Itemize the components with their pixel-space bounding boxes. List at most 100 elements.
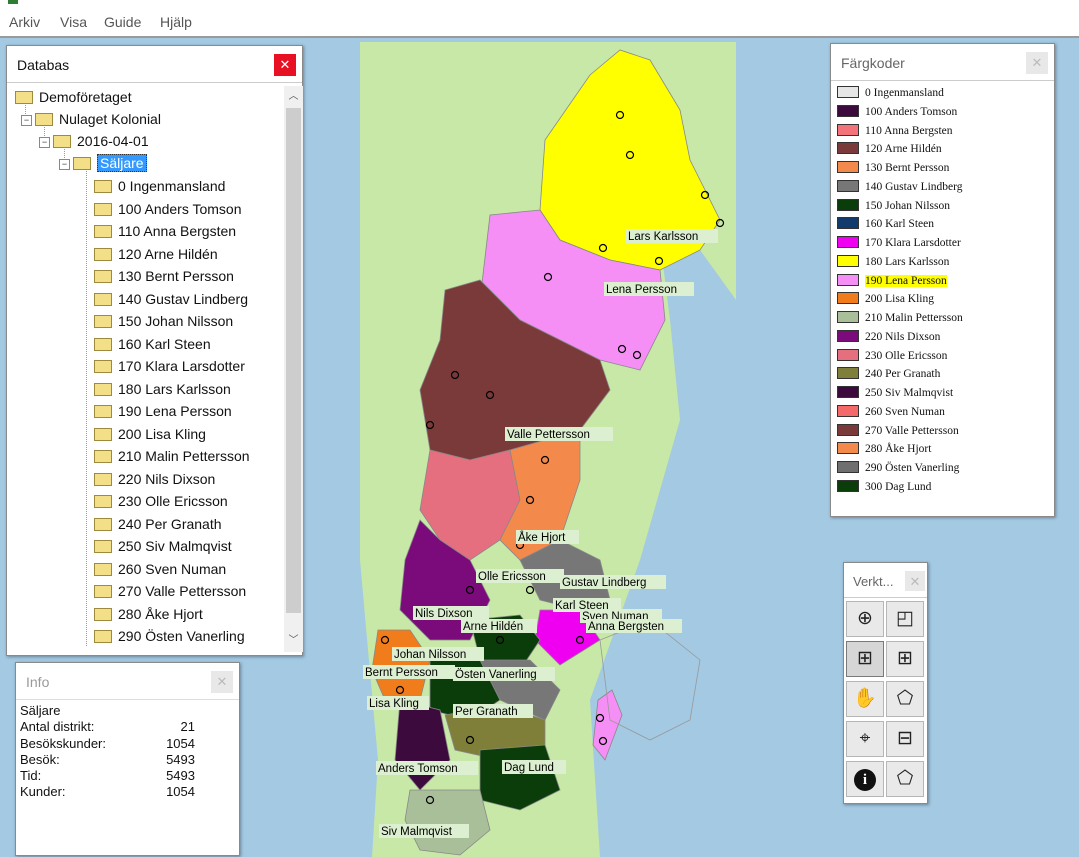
folder-icon	[53, 135, 71, 148]
zoom-box-icon[interactable]: ⊞	[846, 641, 884, 677]
area-info-icon[interactable]: ⊟	[886, 721, 924, 757]
legend-titlebar[interactable]: Färgkoder ✕	[831, 44, 1054, 81]
map-label: Nils Dixson	[415, 608, 473, 620]
legend-entry[interactable]: 110 Anna Bergsten	[837, 123, 953, 143]
database-tree[interactable]: Demoföretaget − Nulaget Kolonial −2016-04…	[11, 86, 281, 651]
legend-label: 220 Nils Dixson	[865, 330, 941, 343]
info-label: Besök:	[20, 751, 60, 767]
scroll-thumb[interactable]	[286, 108, 301, 613]
scroll-up-icon[interactable]: ︿	[284, 88, 303, 106]
info-icon[interactable]: i	[846, 761, 884, 797]
tree-item[interactable]: 170 Klara Larsdotter	[94, 358, 245, 378]
tree-item[interactable]: 210 Malin Pettersson	[94, 448, 250, 468]
folder-icon	[94, 405, 112, 418]
legend-title: Färgkoder	[841, 55, 905, 71]
info-title: Info	[26, 674, 50, 690]
legend-entry[interactable]: 230 Olle Ericsson	[837, 348, 947, 368]
legend-label: 0 Ingenmansland	[865, 87, 944, 99]
database-titlebar[interactable]: Databas ✕	[7, 46, 302, 83]
legend-entry[interactable]: 190 Lena Persson	[837, 273, 947, 293]
legend-entry[interactable]: 160 Karl Steen	[837, 217, 934, 236]
legend-label: 210 Malin Pettersson	[865, 312, 963, 324]
map-label: Åke Hjort	[518, 531, 566, 544]
legend-entry[interactable]: 100 Anders Tomson	[837, 104, 958, 124]
legend-label: 290 Östen Vanerling	[865, 462, 960, 474]
tree-item[interactable]: 110 Anna Bergsten	[94, 223, 236, 243]
tree-scrollbar[interactable]: ︿ ﹀	[284, 86, 303, 652]
close-icon[interactable]: ✕	[274, 54, 296, 76]
tree-item[interactable]: 180 Lars Karlsson	[94, 381, 231, 401]
legend-label: 100 Anders Tomson	[865, 105, 958, 118]
tree-root[interactable]: Demoföretaget	[15, 89, 132, 109]
legend-entry[interactable]: 250 Siv Malmqvist	[837, 386, 953, 405]
collapse-icon[interactable]: −	[21, 115, 32, 126]
legend-entry[interactable]: 140 Gustav Lindberg	[837, 179, 963, 199]
info-row: Besökskunder: 1054	[20, 736, 195, 752]
info-titlebar[interactable]: Info ✕	[16, 663, 239, 700]
polygon-icon[interactable]: ⬠	[886, 681, 924, 717]
legend-entry[interactable]: 200 Lisa Kling	[837, 292, 934, 311]
map-label: Lena Persson	[606, 284, 677, 296]
legend-entry[interactable]: 260 Sven Numan	[837, 404, 945, 424]
legend-entry[interactable]: 170 Klara Larsdotter	[837, 236, 961, 255]
legend-entry[interactable]: 150 Johan Nilsson	[837, 198, 950, 218]
legend-entry[interactable]: 240 Per Granath	[837, 367, 940, 386]
legend-entry[interactable]: 120 Arne Hildén	[837, 142, 942, 161]
tree-item[interactable]: 200 Lisa Kling	[94, 426, 206, 446]
scroll-down-icon[interactable]: ﹀	[284, 632, 303, 650]
tree-date[interactable]: −2016-04-01	[39, 133, 149, 153]
legend-entry[interactable]: 270 Valle Pettersson	[837, 423, 959, 443]
tree-item[interactable]: 230 Olle Ericsson	[94, 493, 228, 513]
close-icon[interactable]: ✕	[1026, 52, 1048, 74]
menu-hjalp[interactable]: Hjälp	[160, 14, 192, 30]
select-area-icon[interactable]: ◰	[886, 601, 924, 637]
close-icon[interactable]: ✕	[211, 671, 233, 693]
tree-item[interactable]: 100 Anders Tomson	[94, 201, 242, 221]
folder-icon	[94, 585, 112, 598]
grid-icon[interactable]: ⊞	[886, 641, 924, 677]
tree-group[interactable]: − Säljare	[59, 154, 147, 175]
collapse-icon[interactable]: −	[59, 159, 70, 170]
close-icon[interactable]: ✕	[905, 571, 925, 591]
polygon-info-icon[interactable]: ⬠	[886, 761, 924, 797]
legend-entry[interactable]: 290 Östen Vanerling	[837, 461, 959, 480]
legend-entry[interactable]: 130 Bernt Persson	[837, 161, 949, 180]
legend-entry[interactable]: 300 Dag Lund	[837, 479, 931, 499]
map-label: Bernt Persson	[365, 667, 438, 679]
tree-item[interactable]: 250 Siv Malmqvist	[94, 538, 232, 558]
tree-item[interactable]: 130 Bernt Persson	[94, 268, 234, 288]
color-swatch	[837, 142, 859, 155]
tree-item[interactable]: 220 Nils Dixson	[94, 471, 215, 491]
toolbox-titlebar[interactable]: Verkt... ✕	[844, 563, 927, 598]
center-target-icon[interactable]: ⌖	[846, 721, 884, 757]
menu-arkiv[interactable]: Arkiv	[9, 14, 40, 30]
menu-bar: Arkiv Visa Guide Hjälp	[0, 0, 1079, 38]
map-label: Gustav Lindberg	[562, 577, 646, 589]
tree-item[interactable]: 120 Arne Hildén	[94, 246, 218, 266]
tree-item[interactable]: 0 Ingenmansland	[94, 178, 225, 198]
tree-item[interactable]: 240 Per Granath	[94, 516, 222, 536]
tree-item[interactable]: 270 Valle Pettersson	[94, 583, 246, 603]
tree-item[interactable]: 290 Östen Vanerling	[94, 628, 245, 648]
tree-item[interactable]: 150 Johan Nilsson	[94, 313, 233, 333]
zoom-in-icon[interactable]: ⊕	[846, 601, 884, 637]
tree-item[interactable]: 280 Åke Hjort	[94, 606, 203, 626]
toolbox-window: Verkt... ✕ ⊕ ◰ ⊞ ⊞ ✋ ⬠ ⌖ ⊟ i ⬠	[843, 562, 928, 804]
legend-entry[interactable]: 220 Nils Dixson	[837, 329, 941, 349]
map-label: Anna Bergsten	[588, 621, 664, 633]
tree-company[interactable]: − Nulaget Kolonial	[21, 111, 161, 131]
menu-visa[interactable]: Visa	[60, 14, 87, 30]
legend-entry[interactable]: 280 Åke Hjort	[837, 442, 931, 461]
legend-entry[interactable]: 180 Lars Karlsson	[837, 254, 949, 274]
folder-icon	[94, 517, 112, 531]
tree-item[interactable]: 140 Gustav Lindberg	[94, 291, 248, 311]
tree-item[interactable]: 160 Karl Steen	[94, 336, 211, 356]
legend-entry[interactable]: 0 Ingenmansland	[837, 86, 944, 105]
pan-hand-icon[interactable]: ✋	[846, 681, 884, 717]
tree-item[interactable]: 260 Sven Numan	[94, 561, 226, 581]
legend-entry[interactable]: 210 Malin Pettersson	[837, 311, 963, 330]
legend-label: 260 Sven Numan	[865, 405, 945, 418]
collapse-icon[interactable]: −	[39, 137, 50, 148]
tree-item[interactable]: 190 Lena Persson	[94, 403, 232, 423]
menu-guide[interactable]: Guide	[104, 14, 141, 30]
